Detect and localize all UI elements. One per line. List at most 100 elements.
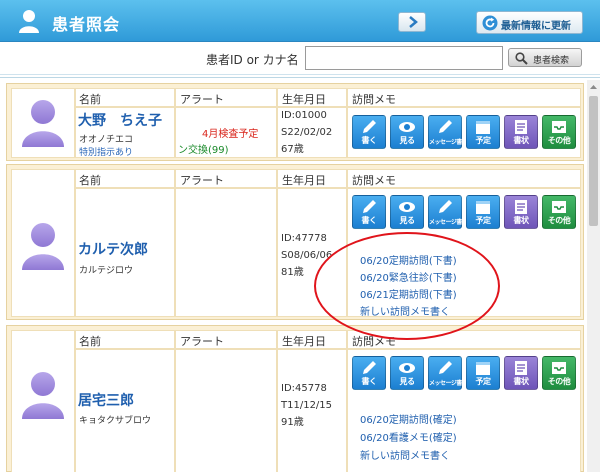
birth-date: S22/02/02 <box>281 127 333 138</box>
column-header-alert: アラート <box>180 93 224 106</box>
tray-icon <box>552 362 566 374</box>
alert-text: ン交換(99) <box>178 145 229 156</box>
pencil-icon <box>363 200 376 213</box>
other-button[interactable]: その他 <box>542 115 576 149</box>
search-label: 患者ID or カナ名 <box>206 53 299 67</box>
search-bar: 患者ID or カナ名 患者検索 <box>0 43 600 73</box>
calendar-icon <box>476 201 490 214</box>
write-memo-button[interactable]: 書く <box>352 115 386 149</box>
patient-inquiry-app: 患者照会 最新情報に更新 患者ID or カナ名 患者検索 名前 アラート 生年… <box>0 0 600 472</box>
scrollbar-thumb[interactable] <box>589 96 598 226</box>
write-message-button[interactable]: メッセージ書く <box>428 356 468 390</box>
avatar-icon <box>22 100 64 147</box>
patient-id: ID:47778 <box>281 233 327 244</box>
alert-cell <box>175 349 277 472</box>
view-memo-button[interactable]: 見る <box>390 195 424 229</box>
schedule-button[interactable]: 予定 <box>466 195 500 229</box>
next-button[interactable] <box>398 12 426 32</box>
write-message-button[interactable]: メッセージ書く <box>428 195 468 229</box>
patient-card[interactable]: 名前 アラート 生年月日 訪問メモ 居宅三郎 キョタクサブロウ ID:45778… <box>6 325 584 472</box>
message-pencil-icon <box>439 200 452 213</box>
view-memo-button[interactable]: 見る <box>390 115 424 149</box>
divider <box>0 74 600 75</box>
column-header-birth: 生年月日 <box>282 93 326 106</box>
write-memo-button[interactable]: 書く <box>352 195 386 229</box>
schedule-button[interactable]: 予定 <box>466 115 500 149</box>
avatar-icon <box>22 223 64 270</box>
eye-icon <box>399 363 415 373</box>
tray-icon <box>552 121 566 133</box>
column-header-name: 名前 <box>79 335 101 348</box>
column-header-birth: 生年月日 <box>282 174 326 187</box>
eye-icon <box>399 122 415 132</box>
divider <box>0 77 600 78</box>
calendar-icon <box>476 362 490 375</box>
column-header-name: 名前 <box>79 93 101 106</box>
other-button[interactable]: その他 <box>542 356 576 390</box>
annotation-ellipse <box>314 232 500 340</box>
person-icon <box>19 10 39 33</box>
document-icon <box>515 361 527 375</box>
refresh-label: 最新情報に更新 <box>501 21 571 32</box>
action-buttons: 書く 見る メッセージ書く 予定 書状 その他 <box>352 195 578 229</box>
patient-name-link[interactable]: 居宅三郎 <box>78 390 134 410</box>
birth-date: T11/12/15 <box>281 400 333 411</box>
pencil-icon <box>363 120 376 133</box>
patient-search-button[interactable]: 患者検索 <box>508 48 582 67</box>
scroll-up-arrow-icon[interactable] <box>587 80 600 94</box>
write-message-button[interactable]: メッセージ書く <box>428 115 468 149</box>
patient-name-link[interactable]: カルテ次郎 <box>78 239 148 259</box>
patient-id: ID:45778 <box>281 383 327 394</box>
schedule-button[interactable]: 予定 <box>466 356 500 390</box>
document-button[interactable]: 書状 <box>504 356 538 390</box>
header-bar: 患者照会 最新情報に更新 <box>0 0 600 42</box>
column-header-birth: 生年月日 <box>282 335 326 348</box>
visit-memo-link[interactable]: 06/20定期訪問(確定) <box>360 411 457 426</box>
action-buttons: 書く 見る メッセージ書く 予定 書状 その他 <box>352 356 578 390</box>
avatar-cell <box>11 169 75 317</box>
eye-icon <box>399 202 415 212</box>
search-input[interactable] <box>305 46 503 70</box>
alert-text: 4月検査予定 <box>202 129 259 140</box>
new-visit-memo-link[interactable]: 新しい訪問メモ書く <box>360 447 450 462</box>
avatar-cell <box>11 88 75 158</box>
document-button[interactable]: 書状 <box>504 195 538 229</box>
message-pencil-icon <box>439 361 452 374</box>
patient-name-link[interactable]: 大野 ちえ子 <box>78 110 162 130</box>
other-button[interactable]: その他 <box>542 195 576 229</box>
patient-id: ID:01000 <box>281 110 327 121</box>
visit-memo-link[interactable]: 06/20看護メモ(確定) <box>360 429 457 444</box>
patient-kana: キョタクサブロウ <box>79 416 152 426</box>
special-instruction-badge: 特別指示あり <box>79 148 134 158</box>
column-header-memo: 訪問メモ <box>352 93 396 106</box>
patient-age: 91歳 <box>281 417 304 428</box>
page-title: 患者照会 <box>52 15 121 34</box>
avatar-cell <box>11 330 75 472</box>
action-buttons: 書く 見る メッセージ書く 予定 書状 その他 <box>352 115 578 149</box>
scrollbar[interactable] <box>587 80 600 472</box>
document-icon <box>515 200 527 214</box>
search-button-label: 患者検索 <box>533 56 570 66</box>
alert-cell <box>175 188 277 317</box>
view-memo-button[interactable]: 見る <box>390 356 424 390</box>
search-icon <box>515 52 528 65</box>
patient-card[interactable]: 名前 アラート 生年月日 訪問メモ 大野 ちえ子 オオノチエコ 特別指示あり 4… <box>6 83 584 161</box>
patient-kana: オオノチエコ <box>79 135 134 145</box>
calendar-icon <box>476 121 490 134</box>
document-button[interactable]: 書状 <box>504 115 538 149</box>
column-header-alert: アラート <box>180 335 224 348</box>
message-pencil-icon <box>439 120 452 133</box>
patient-age: 67歳 <box>281 144 304 155</box>
document-icon <box>515 120 527 134</box>
pencil-icon <box>363 361 376 374</box>
patient-kana: カルテジロウ <box>79 266 134 276</box>
avatar-icon <box>22 372 64 419</box>
column-header-memo: 訪問メモ <box>352 174 396 187</box>
column-header-name: 名前 <box>79 174 101 187</box>
tray-icon <box>552 201 566 213</box>
refresh-button[interactable]: 最新情報に更新 <box>476 11 583 34</box>
column-header-alert: アラート <box>180 174 224 187</box>
refresh-icon <box>482 15 498 31</box>
write-memo-button[interactable]: 書く <box>352 356 386 390</box>
chevron-right-icon <box>409 16 418 28</box>
